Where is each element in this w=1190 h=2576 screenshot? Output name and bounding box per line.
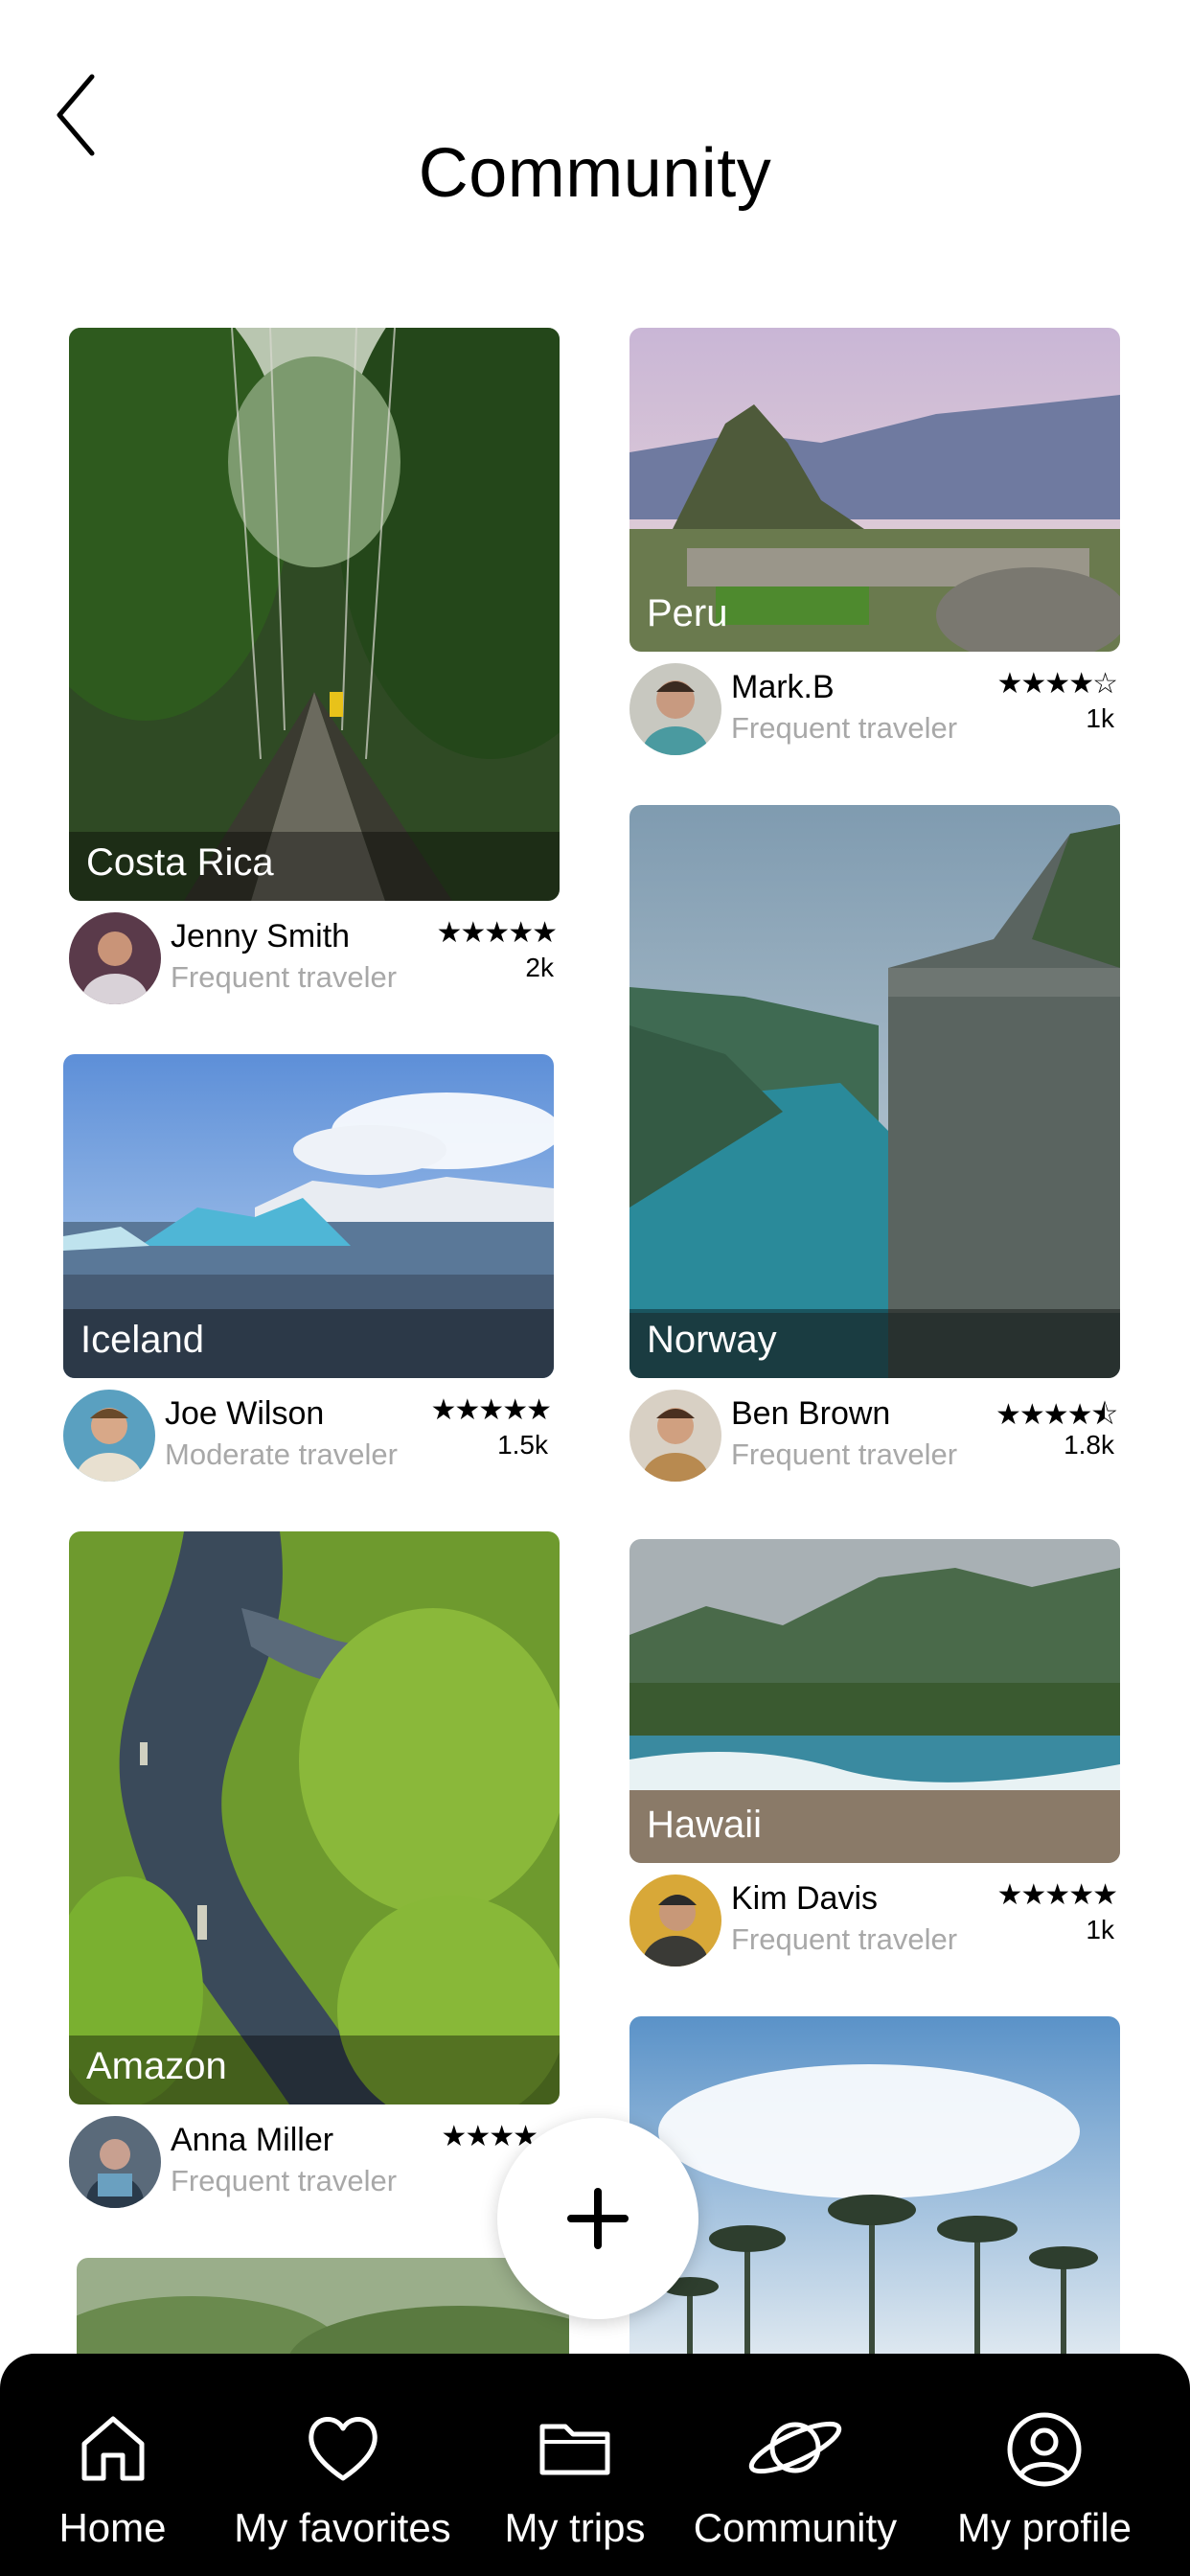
user-circle-icon	[1007, 2412, 1082, 2487]
rating-count: 1.8k	[1064, 1430, 1114, 1460]
palm-trees-image	[629, 2016, 1120, 2371]
tab-label: My favorites	[234, 2505, 451, 2550]
traveler-level: Frequent traveler	[171, 2164, 398, 2197]
trip-photo-amazon[interactable]: Amazon	[69, 1531, 560, 2104]
trip-photo-norway[interactable]: Norway	[629, 805, 1120, 1378]
home-icon	[81, 2416, 144, 2481]
planet-icon	[748, 2421, 842, 2474]
tab-label: Home	[58, 2505, 167, 2550]
plus-icon	[567, 2188, 629, 2249]
river-forest-image	[69, 1531, 560, 2104]
page-title: Community	[418, 135, 772, 212]
avatar	[63, 1390, 155, 1482]
author-name: Anna Miller	[171, 2122, 334, 2158]
tab-community[interactable]: Community	[685, 2354, 905, 2576]
fjord-cliff-image	[629, 805, 1120, 1378]
author-name: Kim Davis	[731, 1880, 879, 1917]
tab-home[interactable]: Home	[29, 2354, 196, 2576]
rating-stars: ★★★★★	[996, 1878, 1118, 1912]
rating-count: 1k	[1086, 1915, 1114, 1944]
place-label: Peru	[647, 592, 728, 634]
author-name: Joe Wilson	[165, 1395, 325, 1432]
author-name: Mark.B	[731, 669, 835, 705]
author-row[interactable]: Ben Brown Frequent traveler ★★★★⯪ 1.8k	[629, 1390, 1120, 1485]
rating-stars: ★★★★	[441, 2120, 538, 2153]
trip-photo-hawaii[interactable]: Hawaii	[629, 1539, 1120, 1863]
avatar	[69, 912, 161, 1004]
traveler-level: Frequent traveler	[731, 1922, 958, 1956]
place-label: Hawaii	[647, 1804, 763, 1846]
trip-photo-costa-rica[interactable]: Costa Rica	[69, 328, 560, 901]
tab-label: My trips	[504, 2505, 646, 2550]
rating-count: 1k	[1086, 703, 1114, 733]
rating-count: 1.5k	[497, 1430, 548, 1460]
avatar	[69, 2116, 161, 2208]
author-row[interactable]: Kim Davis Frequent traveler ★★★★★ 1k	[629, 1874, 1120, 1970]
rating-stars: ★★★★☆	[996, 667, 1118, 701]
place-label: Iceland	[63, 1309, 554, 1378]
tab-my-favorites[interactable]: My favorites	[220, 2354, 465, 2576]
rating-stars: ★★★★★	[430, 1393, 552, 1427]
place-label: Norway	[629, 1309, 1120, 1378]
add-trip-button[interactable]	[497, 2118, 698, 2319]
tab-my-trips[interactable]: My trips	[489, 2354, 661, 2576]
traveler-level: Moderate traveler	[165, 1438, 398, 1471]
place-label: Costa Rica	[69, 832, 560, 901]
author-row[interactable]: Mark.B Frequent traveler ★★★★☆ 1k	[629, 663, 1120, 759]
trip-photo-iceland[interactable]: Iceland	[63, 1054, 554, 1378]
tab-label: My profile	[956, 2505, 1133, 2550]
author-name: Ben Brown	[731, 1395, 891, 1432]
place-label: Amazon	[69, 2036, 560, 2104]
rating-count: 2k	[525, 953, 554, 982]
author-row[interactable]: Jenny Smith Frequent traveler ★★★★★ 2k	[69, 912, 560, 1008]
author-row[interactable]: Anna Miller Frequent traveler ★★★★	[69, 2116, 560, 2212]
tab-my-profile[interactable]: My profile	[944, 2354, 1145, 2576]
rating-stars: ★★★★★	[436, 916, 558, 950]
author-name: Jenny Smith	[171, 918, 351, 954]
tab-label: Community	[693, 2505, 898, 2550]
trip-photo-partial-right[interactable]	[629, 2016, 1120, 2371]
traveler-level: Frequent traveler	[731, 711, 958, 745]
heart-icon	[308, 2417, 378, 2481]
avatar	[629, 1874, 721, 1966]
bottom-tab-bar: Home My favorites My trips Community My …	[0, 2354, 1190, 2576]
trip-photo-peru[interactable]: Peru	[629, 328, 1120, 652]
traveler-level: Frequent traveler	[731, 1438, 958, 1471]
jungle-bridge-image	[69, 328, 560, 901]
avatar	[629, 1390, 721, 1482]
avatar	[629, 663, 721, 755]
folder-icon	[539, 2424, 610, 2475]
author-row[interactable]: Joe Wilson Moderate traveler ★★★★★ 1.5k	[63, 1390, 554, 1485]
traveler-level: Frequent traveler	[171, 960, 398, 994]
